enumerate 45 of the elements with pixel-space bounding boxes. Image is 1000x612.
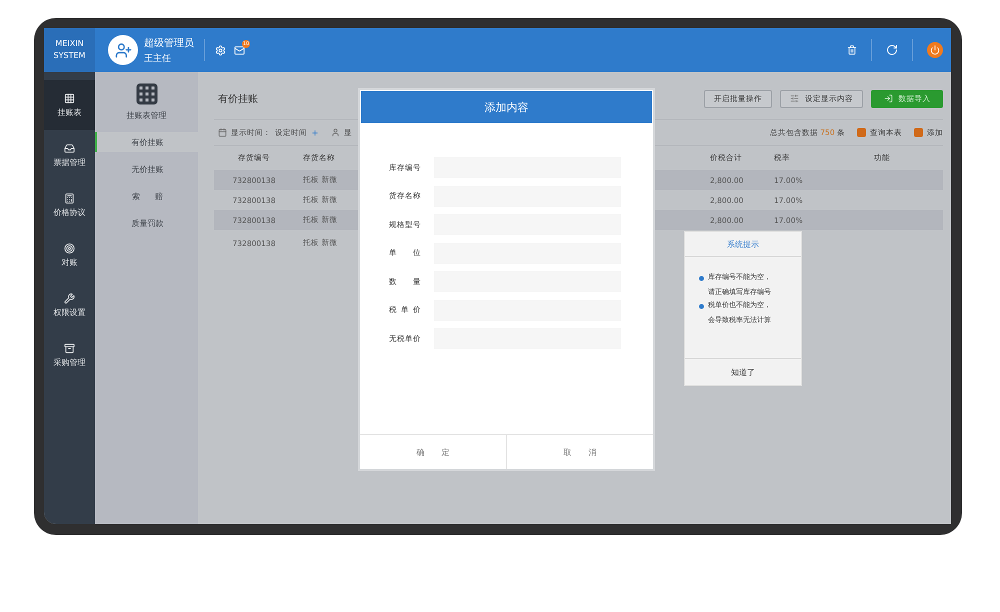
nav-label: 权限设置 xyxy=(54,306,86,318)
nav-label: 挂账表 xyxy=(58,106,82,118)
logo: MEIXIN SYSTEM xyxy=(44,28,95,72)
calendar-icon xyxy=(218,128,227,137)
nav-label: 价格协议 xyxy=(54,206,86,218)
tray-icon xyxy=(64,142,75,154)
import-icon xyxy=(884,94,892,103)
action-icon xyxy=(914,128,923,137)
grid-icon xyxy=(134,82,158,106)
user-name: 王主任 xyxy=(144,52,172,64)
page-title: 有价挂账 xyxy=(218,92,259,106)
menu-item[interactable]: 质量罚款 xyxy=(95,213,198,233)
nav-label: 票据管理 xyxy=(54,156,86,168)
person-icon xyxy=(331,128,340,137)
section-title: 挂账表管理 xyxy=(126,110,166,121)
add-icon[interactable] xyxy=(311,128,319,136)
nav-item[interactable]: 价格协议 xyxy=(44,180,95,230)
settings-icon[interactable] xyxy=(215,44,226,56)
trash-icon[interactable] xyxy=(847,45,857,55)
alert-title: 系统提示 xyxy=(685,232,801,257)
nav-item[interactable]: 对账 xyxy=(44,230,95,280)
user-role: 超级管理员 xyxy=(144,36,194,50)
wrench-icon xyxy=(64,292,75,304)
nav-item[interactable]: 权限设置 xyxy=(44,280,95,330)
mail-icon[interactable] xyxy=(234,44,245,56)
grid-icon xyxy=(64,92,75,104)
nav-item[interactable]: 挂账表 xyxy=(44,80,95,130)
sliders-icon xyxy=(790,94,799,103)
power-button[interactable] xyxy=(927,42,943,58)
calculator-icon xyxy=(64,192,75,204)
nav-item[interactable]: 采购管理 xyxy=(44,330,95,380)
menu-item[interactable]: 有价挂账 xyxy=(95,132,198,152)
menu-item[interactable]: 无价挂账 xyxy=(95,159,198,179)
nav-label: 对账 xyxy=(62,256,78,268)
nav-item[interactable]: 票据管理 xyxy=(44,130,95,180)
menu-item[interactable]: 索 赔 xyxy=(95,186,198,206)
avatar xyxy=(108,35,138,65)
target-icon xyxy=(64,242,75,254)
action-icon xyxy=(857,128,866,137)
bullet-icon xyxy=(699,276,704,281)
bullet-icon xyxy=(699,304,704,309)
archive-icon xyxy=(64,342,75,354)
dialog-title: 添加内容 xyxy=(361,91,652,123)
nav-label: 采购管理 xyxy=(54,356,86,368)
refresh-icon[interactable] xyxy=(886,44,898,56)
